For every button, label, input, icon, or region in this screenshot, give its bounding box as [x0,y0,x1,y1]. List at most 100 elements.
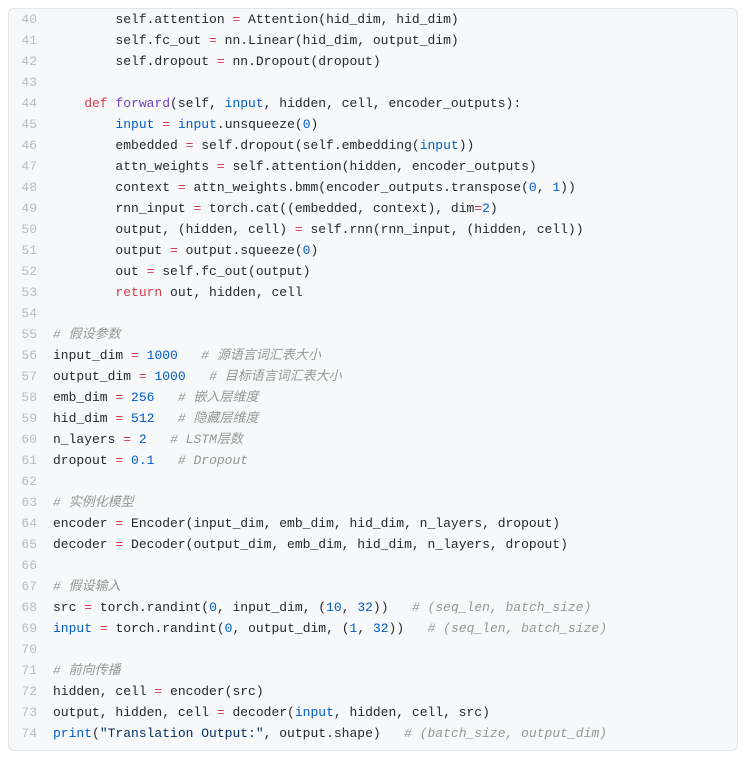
code-line[interactable]: 49 rnn_input = torch.cat((embedded, cont… [9,198,737,219]
code-line[interactable]: 44 def forward(self, input, hidden, cell… [9,93,737,114]
code-content[interactable]: hidden, cell = encoder(src) [53,681,737,702]
code-token: "Translation Output:" [100,726,264,741]
code-line[interactable]: 65decoder = Decoder(output_dim, emb_dim,… [9,534,737,555]
code-token: input [295,705,334,720]
code-content[interactable]: print("Translation Output:", output.shap… [53,723,737,744]
code-content[interactable]: self.dropout = nn.Dropout(dropout) [53,51,737,72]
code-token: hid_dim [53,411,115,426]
code-line[interactable]: 42 self.dropout = nn.Dropout(dropout) [9,51,737,72]
code-content[interactable]: encoder = Encoder(input_dim, emb_dim, hi… [53,513,737,534]
code-token: dropout [53,453,115,468]
code-line[interactable]: 50 output, (hidden, cell) = self.rnn(rnn… [9,219,737,240]
code-content[interactable] [53,555,737,576]
code-content[interactable] [53,639,737,660]
code-content[interactable]: n_layers = 2 # LSTM层数 [53,429,737,450]
code-content[interactable] [53,471,737,492]
line-number: 54 [9,303,53,324]
code-token: )) [373,600,412,615]
code-token: , hidden, cell, src) [334,705,490,720]
code-content[interactable]: input_dim = 1000 # 源语言词汇表大小 [53,345,737,366]
line-number: 51 [9,240,53,261]
code-content[interactable]: attn_weights = self.attention(hidden, en… [53,156,737,177]
code-line[interactable]: 61dropout = 0.1 # Dropout [9,450,737,471]
code-token: rnn_input [53,201,193,216]
code-content[interactable]: # 假设参数 [53,324,737,345]
code-line[interactable]: 60n_layers = 2 # LSTM层数 [9,429,737,450]
line-number: 66 [9,555,53,576]
code-token: ) [311,117,319,132]
code-line[interactable]: 46 embedded = self.dropout(self.embeddin… [9,135,737,156]
line-number: 70 [9,639,53,660]
code-line[interactable]: 57output_dim = 1000 # 目标语言词汇表大小 [9,366,737,387]
code-content[interactable]: out = self.fc_out(output) [53,261,737,282]
code-line[interactable]: 51 output = output.squeeze(0) [9,240,737,261]
code-token: n_layers [53,432,123,447]
code-line[interactable]: 68src = torch.randint(0, input_dim, (10,… [9,597,737,618]
code-token: = [139,369,147,384]
code-line[interactable]: 53 return out, hidden, cell [9,282,737,303]
code-line[interactable]: 40 self.attention = Attention(hid_dim, h… [9,9,737,30]
code-line[interactable]: 43 [9,72,737,93]
code-token: Decoder(output_dim, emb_dim, hid_dim, n_… [123,537,568,552]
code-token: = [474,201,482,216]
code-token: encoder [53,516,115,531]
code-line[interactable]: 58emb_dim = 256 # 嵌入层维度 [9,387,737,408]
code-line[interactable]: 62 [9,471,737,492]
code-line[interactable]: 69input = torch.randint(0, output_dim, (… [9,618,737,639]
line-number: 41 [9,30,53,51]
code-content[interactable]: # 假设输入 [53,576,737,597]
code-content[interactable]: src = torch.randint(0, input_dim, (10, 3… [53,597,737,618]
line-number: 63 [9,492,53,513]
code-token: torch.cat((embedded, context), dim [201,201,474,216]
code-content[interactable]: output, hidden, cell = decoder(input, hi… [53,702,737,723]
code-content[interactable]: dropout = 0.1 # Dropout [53,450,737,471]
code-content[interactable]: rnn_input = torch.cat((embedded, context… [53,198,737,219]
code-content[interactable]: # 实例化模型 [53,492,737,513]
code-content[interactable]: output_dim = 1000 # 目标语言词汇表大小 [53,366,737,387]
code-line[interactable]: 66 [9,555,737,576]
code-token: input [115,117,154,132]
code-token: nn.Dropout(dropout) [225,54,381,69]
code-block[interactable]: 40 self.attention = Attention(hid_dim, h… [8,8,738,751]
code-content[interactable]: emb_dim = 256 # 嵌入层维度 [53,387,737,408]
code-line[interactable]: 52 out = self.fc_out(output) [9,261,737,282]
code-content[interactable]: self.attention = Attention(hid_dim, hid_… [53,9,737,30]
code-content[interactable]: context = attn_weights.bmm(encoder_outpu… [53,177,737,198]
code-content[interactable]: input = input.unsqueeze(0) [53,114,737,135]
code-content[interactable]: output, (hidden, cell) = self.rnn(rnn_in… [53,219,737,240]
code-token: hidden, cell [53,684,154,699]
code-line[interactable]: 73output, hidden, cell = decoder(input, … [9,702,737,723]
code-line[interactable]: 59hid_dim = 512 # 隐藏层维度 [9,408,737,429]
code-line[interactable]: 54 [9,303,737,324]
code-content[interactable]: # 前向传播 [53,660,737,681]
code-content[interactable]: return out, hidden, cell [53,282,737,303]
code-line[interactable]: 67# 假设输入 [9,576,737,597]
code-content[interactable]: self.fc_out = nn.Linear(hid_dim, output_… [53,30,737,51]
code-line[interactable]: 71# 前向传播 [9,660,737,681]
code-line[interactable]: 41 self.fc_out = nn.Linear(hid_dim, outp… [9,30,737,51]
code-line[interactable]: 70 [9,639,737,660]
code-line[interactable]: 72hidden, cell = encoder(src) [9,681,737,702]
code-line[interactable]: 56input_dim = 1000 # 源语言词汇表大小 [9,345,737,366]
code-content[interactable]: def forward(self, input, hidden, cell, e… [53,93,737,114]
code-content[interactable]: embedded = self.dropout(self.embedding(i… [53,135,737,156]
code-line[interactable]: 63# 实例化模型 [9,492,737,513]
code-content[interactable] [53,72,737,93]
code-token: 0 [303,117,311,132]
code-line[interactable]: 45 input = input.unsqueeze(0) [9,114,737,135]
code-content[interactable]: output = output.squeeze(0) [53,240,737,261]
code-line[interactable]: 74print("Translation Output:", output.sh… [9,723,737,744]
code-token: # (seq_len, batch_size) [428,621,607,636]
code-token: self.attention(hidden, encoder_outputs) [225,159,537,174]
code-line[interactable]: 48 context = attn_weights.bmm(encoder_ou… [9,177,737,198]
code-content[interactable]: decoder = Decoder(output_dim, emb_dim, h… [53,534,737,555]
code-content[interactable]: input = torch.randint(0, output_dim, (1,… [53,618,737,639]
code-line[interactable]: 64encoder = Encoder(input_dim, emb_dim, … [9,513,737,534]
code-content[interactable] [53,303,737,324]
code-token: )) [560,180,576,195]
code-token [53,117,115,132]
code-content[interactable]: hid_dim = 512 # 隐藏层维度 [53,408,737,429]
code-line[interactable]: 55# 假设参数 [9,324,737,345]
code-line[interactable]: 47 attn_weights = self.attention(hidden,… [9,156,737,177]
code-token: decoder [53,537,115,552]
